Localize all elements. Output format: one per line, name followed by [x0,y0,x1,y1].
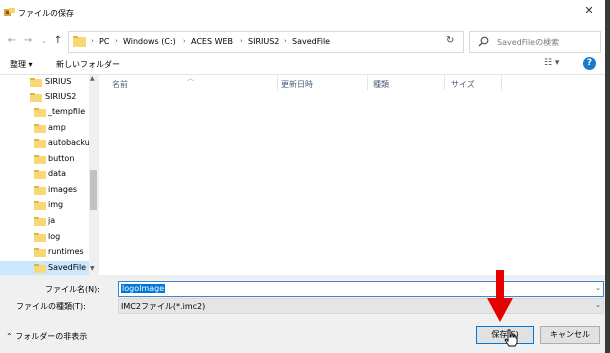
nav-item-log[interactable]: log [0,230,89,245]
folder-icon [34,139,46,148]
breadcrumb-savedfile[interactable]: SavedFile [292,37,330,46]
nav-item-data[interactable]: data [0,167,89,182]
cancel-button[interactable]: キャンセル [540,326,600,344]
nav-item-sirius[interactable]: SIRIUS [0,75,89,90]
address-row: ← → ⌄ ↑ › PC › Windows (C:) › ACES WEB ›… [0,26,605,56]
navigation-pane: SIRIUS SIRIUS2 _tempfile amp autobackup … [0,75,98,275]
breadcrumb-separator: › [284,37,287,45]
nav-item-label: SIRIUS [45,77,72,86]
nav-item-label: button [48,154,75,163]
chevron-down-icon[interactable]: ⌄ [595,301,601,309]
background-window-edge [605,0,610,353]
search-placeholder: SavedFileの検索 [497,38,560,47]
nav-item-sirius2[interactable]: SIRIUS2 [0,90,89,105]
breadcrumb-windows-c[interactable]: Windows (C:) [123,37,176,46]
nav-item-images[interactable]: images [0,183,89,198]
nav-item-label: data [48,169,67,178]
back-arrow-icon[interactable]: ← [6,35,18,47]
file-list[interactable]: ︿ 名前 更新日時 種類 サイズ [99,74,605,275]
search-icon [478,36,489,47]
folder-icon [34,264,46,273]
breadcrumb-aces-web[interactable]: ACES WEB [191,37,233,46]
filetype-value: IMC2ファイル(*.imc2) [121,302,206,311]
save-dialog-icon [4,8,15,16]
up-arrow-icon[interactable]: ↑ [52,35,64,47]
hand-cursor-icon [504,329,518,347]
sort-arrow-icon: ︿ [187,74,194,82]
nav-item-amp[interactable]: amp [0,121,89,136]
column-header-type[interactable]: 種類 [373,79,389,90]
command-bar: 整理 ▾ 新しいフォルダー ☷ ▾ ? [0,56,605,75]
filename-input[interactable]: logoImage ⌄ [118,281,604,297]
folder-icon [73,36,86,47]
nav-item-label: log [48,232,61,241]
breadcrumb-separator: › [115,37,118,45]
filename-label: ファイル名(N): [45,285,100,294]
folder-icon [34,186,46,195]
folder-icon [34,248,46,257]
save-dialog: ファイルの保存 ✕ ← → ⌄ ↑ › PC › Windows (C:) › … [0,0,605,353]
nav-item-ja[interactable]: ja [0,214,89,229]
breadcrumb-separator: › [183,37,186,45]
nav-item-tempfile[interactable]: _tempfile [0,105,89,120]
breadcrumb-separator: › [240,37,243,45]
chevron-down-icon[interactable]: ⌄ [595,284,601,292]
filename-value[interactable]: logoImage [121,284,166,293]
column-header-size[interactable]: サイズ [451,79,475,90]
breadcrumb-sirius2[interactable]: SIRIUS2 [248,37,279,46]
nav-item-autobackup[interactable]: autobackup [0,136,95,151]
refresh-icon[interactable]: ↻ [446,35,454,46]
column-divider[interactable] [501,75,502,90]
new-folder-button[interactable]: 新しいフォルダー [56,59,120,70]
scrollbar-thumb[interactable] [90,170,97,210]
folder-icon [30,93,42,102]
column-divider[interactable] [444,75,445,90]
breadcrumb-separator: › [91,37,94,45]
chevron-down-icon[interactable]: ⌄ [38,35,50,47]
view-options-button[interactable]: ☷ ▾ [544,58,559,68]
nav-item-label: autobackup [48,138,95,147]
address-bar[interactable]: › PC › Windows (C:) › ACES WEB › SIRIUS2… [68,31,503,53]
folder-icon [34,233,46,242]
folder-icon [30,78,42,87]
filetype-select[interactable]: IMC2ファイル(*.imc2) ⌄ [118,298,604,314]
search-box[interactable]: SavedFileの検索 [469,31,601,53]
forward-arrow-icon[interactable]: → [22,35,34,47]
nav-item-label: _tempfile [48,107,86,116]
title-bar: ファイルの保存 ✕ [0,0,605,26]
column-header-modified[interactable]: 更新日時 [281,79,313,90]
organize-button[interactable]: 整理 ▾ [10,59,33,70]
nav-item-button[interactable]: button [0,152,89,167]
folder-icon [34,124,46,133]
nav-item-runtimes[interactable]: runtimes [0,245,89,260]
window-title: ファイルの保存 [18,9,74,18]
hide-folders-toggle[interactable]: ⌃ フォルダーの非表示 [6,331,87,342]
nav-item-img[interactable]: img [0,198,89,213]
folder-icon [34,170,46,179]
red-arrow-annotation [487,270,513,322]
column-header-name[interactable]: 名前 [112,79,128,90]
folder-icon [34,155,46,164]
nav-item-label: images [48,185,78,194]
folder-icon [34,201,46,210]
folder-icon [34,108,46,117]
breadcrumb-pc[interactable]: PC [99,37,109,46]
nav-item-label: ja [48,216,56,225]
help-icon[interactable]: ? [583,57,596,70]
filetype-label: ファイルの種類(T): [16,302,86,311]
nav-scrollbar[interactable] [89,75,98,275]
column-divider[interactable] [277,75,278,90]
nav-item-savedfile[interactable]: SavedFile [0,261,89,275]
folder-icon [34,217,46,226]
scroll-down-icon[interactable]: ▼ [90,265,95,272]
column-divider[interactable] [367,75,368,90]
nav-item-label: img [48,200,64,209]
scroll-up-icon[interactable]: ▲ [90,75,95,82]
nav-item-label: SavedFile [48,263,87,272]
nav-item-label: SIRIUS2 [45,92,77,101]
nav-item-label: amp [48,123,66,132]
close-icon[interactable]: ✕ [583,5,595,17]
nav-item-label: runtimes [48,247,84,256]
